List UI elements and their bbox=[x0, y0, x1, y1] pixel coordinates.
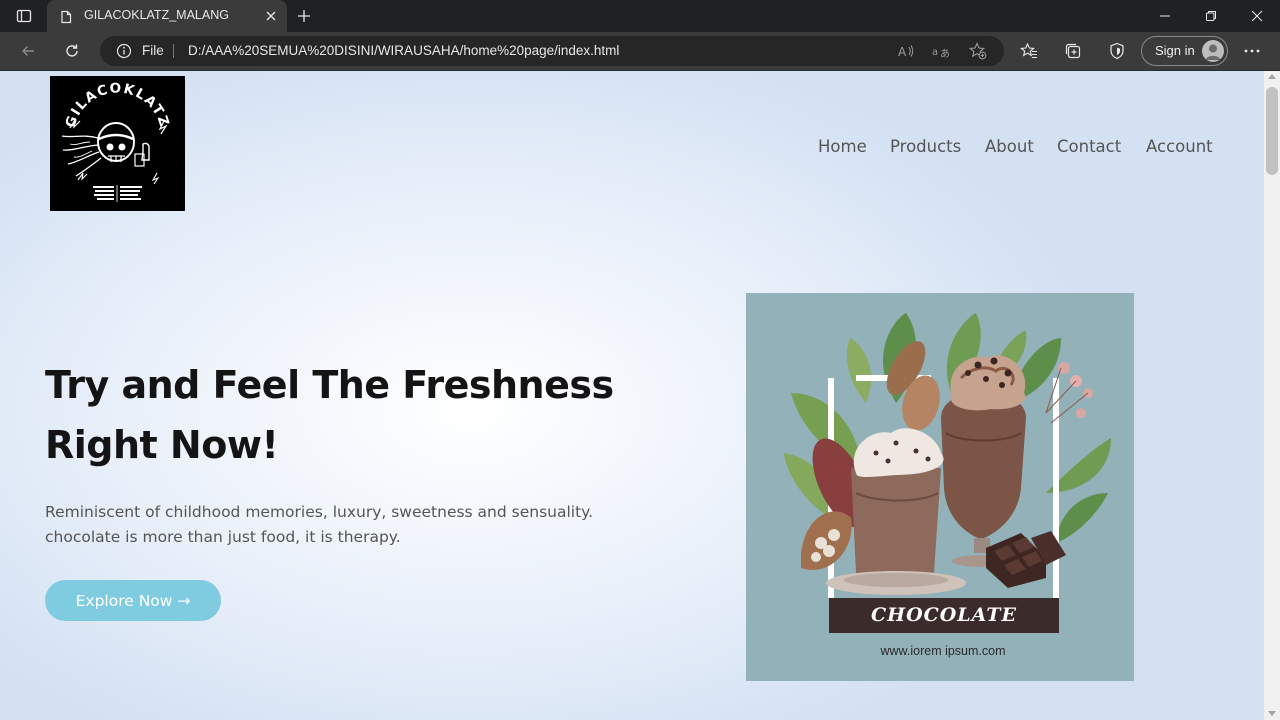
site-logo-artwork: GILACOKLATZ bbox=[61, 80, 171, 202]
hero-title-line-1: Try and Feel The Freshness bbox=[45, 363, 614, 407]
translate-icon[interactable]: aあ bbox=[930, 41, 952, 61]
sign-in-button[interactable]: Sign in bbox=[1141, 36, 1228, 66]
svg-text:A: A bbox=[898, 45, 907, 59]
poster-title-banner: CHOCOLATE bbox=[829, 598, 1059, 633]
nav-contact[interactable]: Contact bbox=[1057, 137, 1121, 156]
poster-title: CHOCOLATE bbox=[871, 604, 1017, 626]
address-scheme-label: File bbox=[142, 43, 164, 58]
info-icon[interactable] bbox=[116, 43, 132, 63]
hero-subtitle-line-1: Reminiscent of childhood memories, luxur… bbox=[45, 503, 594, 521]
back-icon[interactable] bbox=[13, 38, 43, 64]
address-url[interactable]: D:/AAA%20SEMUA%20DISINI/WIRAUSAHA/home%2… bbox=[188, 43, 619, 58]
hero-subtitle: Reminiscent of childhood memories, luxur… bbox=[45, 500, 685, 550]
svg-text:a: a bbox=[932, 47, 938, 58]
plus-icon[interactable] bbox=[292, 5, 316, 27]
minimize-icon[interactable] bbox=[1142, 0, 1188, 32]
add-favorite-icon[interactable] bbox=[967, 41, 989, 61]
nav-products[interactable]: Products bbox=[890, 137, 961, 156]
nav-account[interactable]: Account bbox=[1146, 137, 1213, 156]
nav-home[interactable]: Home bbox=[818, 137, 867, 156]
refresh-icon[interactable] bbox=[57, 38, 87, 64]
svg-text:あ: あ bbox=[940, 48, 950, 59]
window-close-icon[interactable] bbox=[1234, 0, 1280, 32]
address-divider bbox=[173, 44, 174, 58]
read-aloud-icon[interactable]: A bbox=[895, 41, 917, 61]
restore-icon[interactable] bbox=[1188, 0, 1234, 32]
active-tab[interactable]: GILACOKLATZ_MALANG bbox=[47, 0, 287, 32]
hero-subtitle-line-2: chocolate is more than just food, it is … bbox=[45, 528, 401, 546]
scrollbar-thumb[interactable] bbox=[1266, 87, 1278, 175]
favorites-icon[interactable] bbox=[1014, 38, 1044, 64]
chocolate-poster-image: CHOCOLATE www.iorem ipsum.com bbox=[746, 293, 1134, 681]
explore-now-button[interactable]: Explore Now → bbox=[45, 580, 221, 621]
tab-title: GILACOKLATZ_MALANG bbox=[84, 8, 229, 22]
hero-title: Try and Feel The Freshness Right Now! bbox=[45, 355, 685, 475]
page-viewport: GILACOKLATZ Home Products About Contact … bbox=[0, 71, 1264, 720]
scroll-down-arrow-icon[interactable] bbox=[1268, 711, 1276, 716]
close-icon[interactable] bbox=[263, 8, 279, 24]
tab-actions-icon[interactable] bbox=[6, 4, 42, 28]
site-logo[interactable]: GILACOKLATZ bbox=[50, 76, 185, 211]
page-scrollbar[interactable] bbox=[1264, 71, 1280, 720]
browser-toolbar: File D:/AAA%20SEMUA%20DISINI/WIRAUSAHA/h… bbox=[0, 32, 1280, 71]
shield-icon[interactable] bbox=[1102, 38, 1132, 64]
hero-title-line-2: Right Now! bbox=[45, 423, 279, 467]
tab-strip: GILACOKLATZ_MALANG bbox=[0, 0, 1280, 32]
sign-in-label: Sign in bbox=[1155, 43, 1195, 58]
more-icon[interactable] bbox=[1237, 38, 1267, 64]
scroll-up-arrow-icon[interactable] bbox=[1268, 74, 1276, 79]
profile-icon bbox=[1202, 40, 1224, 62]
collections-icon[interactable] bbox=[1058, 38, 1088, 64]
address-bar[interactable]: File D:/AAA%20SEMUA%20DISINI/WIRAUSAHA/h… bbox=[100, 36, 1004, 66]
poster-url: www.iorem ipsum.com bbox=[880, 644, 1006, 658]
nav-about[interactable]: About bbox=[985, 137, 1034, 156]
page-favicon-icon bbox=[59, 9, 73, 28]
